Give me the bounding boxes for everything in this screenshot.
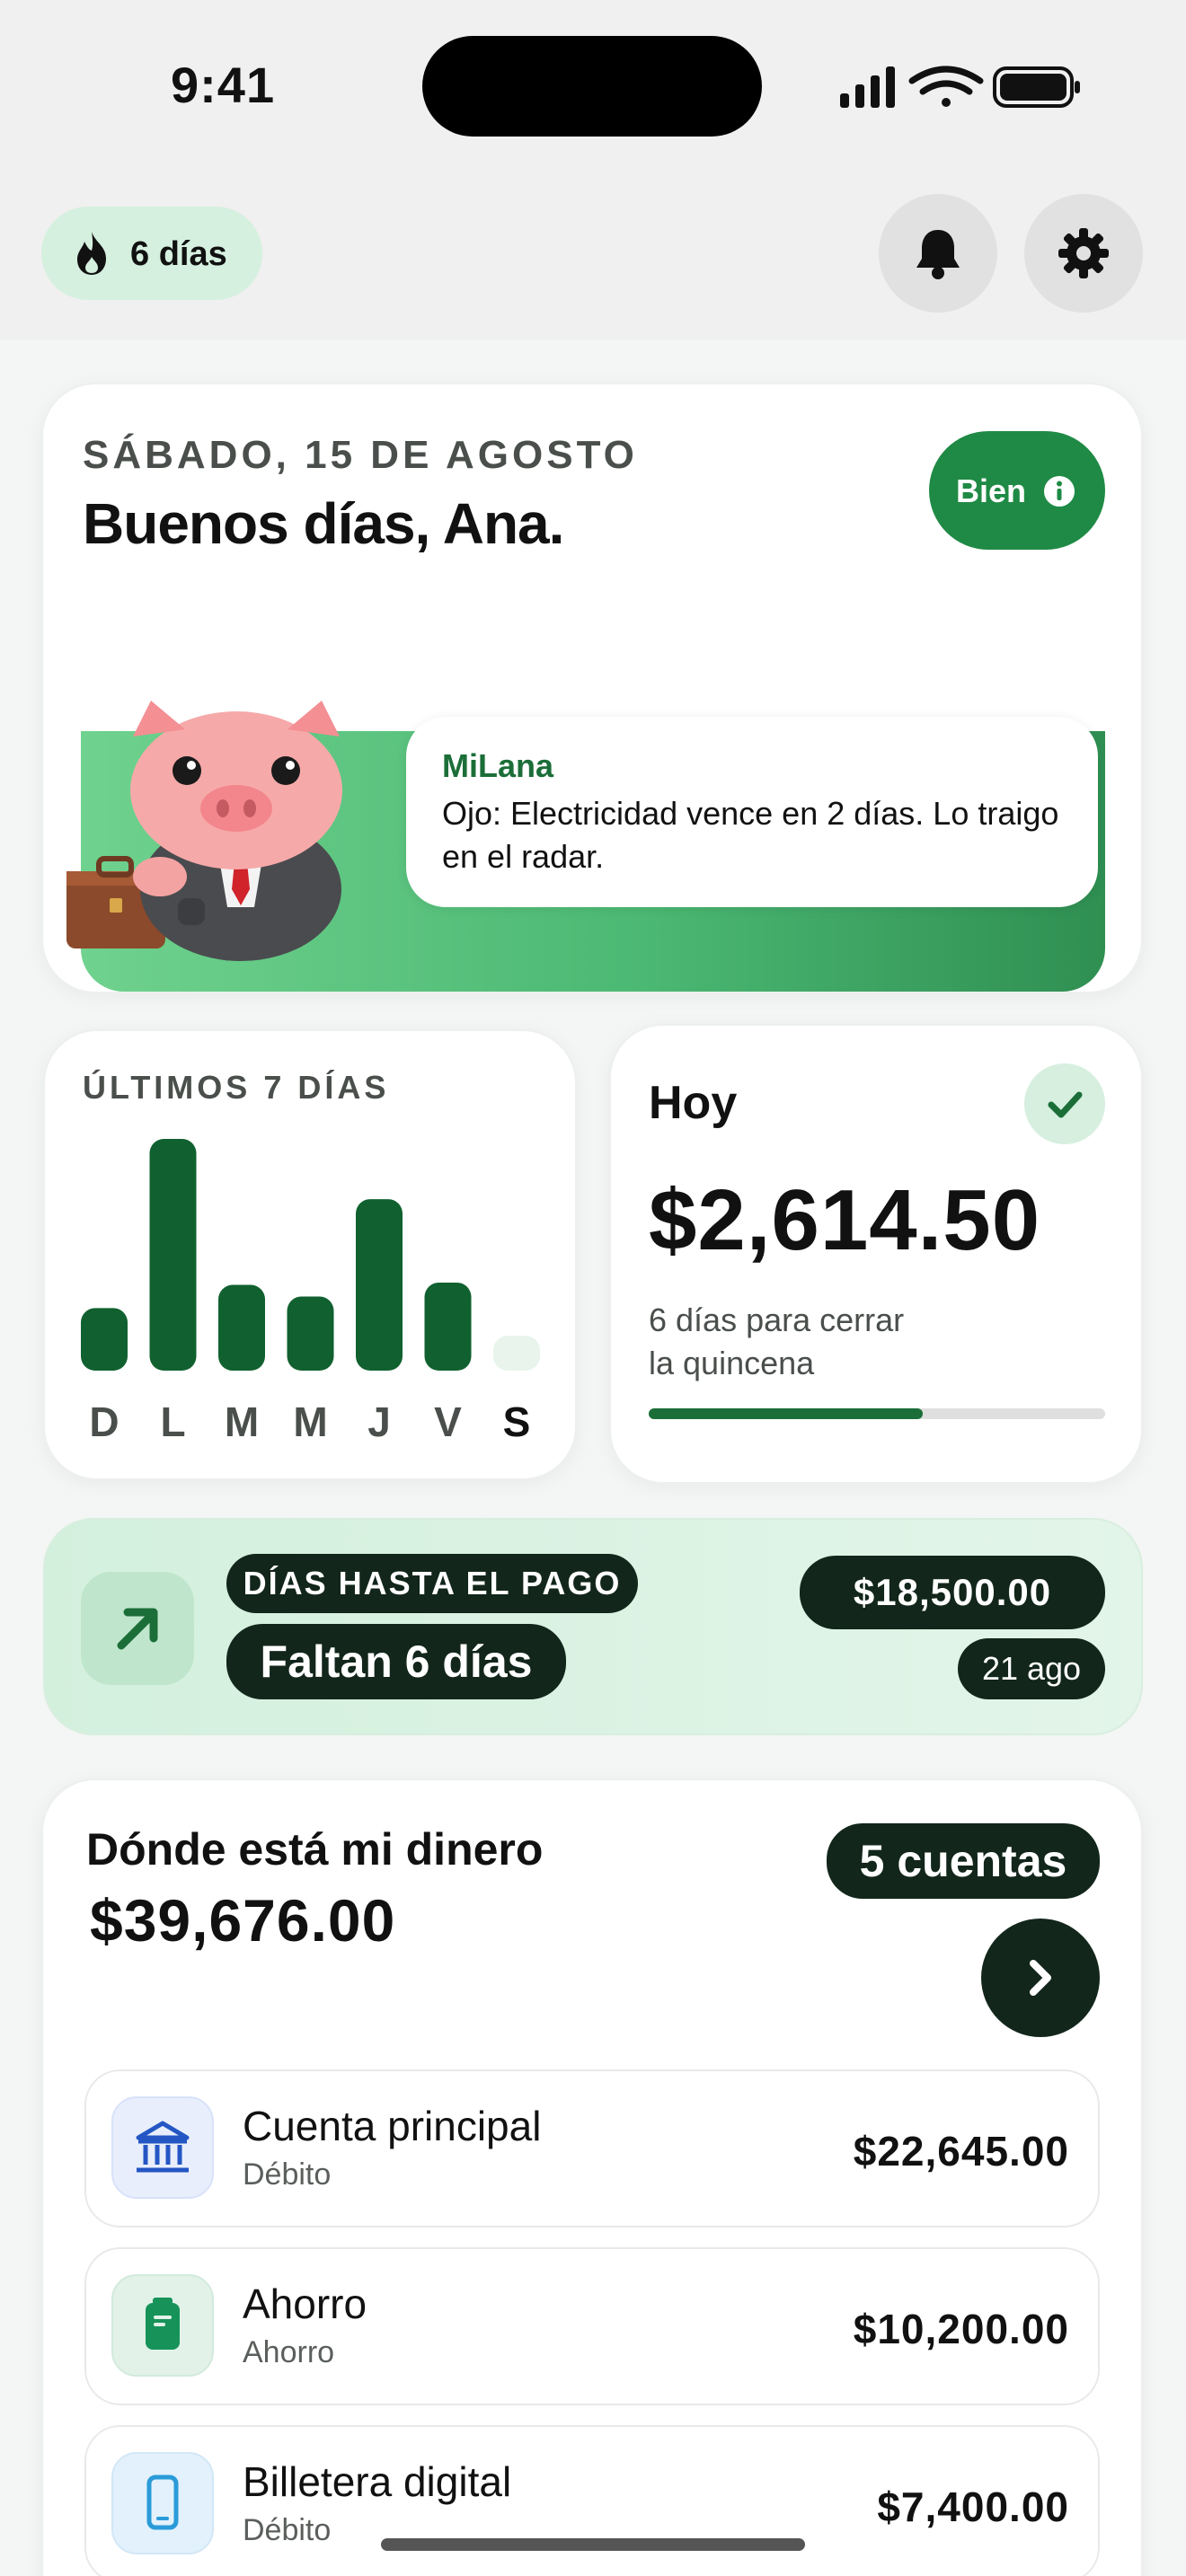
period-progress-fill: [649, 1408, 923, 1419]
signal-icon: [840, 66, 895, 108]
assistant-message: Ojo: Electricidad vence en 2 días. Lo tr…: [442, 795, 1059, 875]
chart-tick-label: V: [434, 1398, 462, 1445]
phone-wallet-icon: [146, 2475, 179, 2530]
status-label: Bien: [956, 472, 1027, 509]
wifi-icon: [908, 66, 984, 107]
account-amount: $7,400.00: [877, 2483, 1069, 2530]
account-amount: $10,200.00: [853, 2306, 1069, 2352]
chart-bar: [424, 1282, 472, 1371]
bell-icon: [916, 230, 960, 279]
chart-tick-label: M: [225, 1398, 259, 1445]
chart-bar: [149, 1139, 197, 1371]
chart-bar: [493, 1336, 540, 1371]
account-type: Débito: [243, 2513, 332, 2547]
payday-date: 21 ago: [958, 1638, 1105, 1699]
status-time: 9:41: [171, 57, 276, 113]
account-name: Ahorro: [243, 2280, 367, 2327]
streak-label: 6 días: [130, 235, 227, 273]
status-icons: [840, 66, 1080, 108]
today-subtitle-line1: 6 días para cerrar: [649, 1301, 905, 1338]
today-subtitle: 6 días para cerrar la quincena: [649, 1299, 990, 1385]
payday-label: DÍAS HASTA EL PAGO: [226, 1554, 638, 1613]
assistant-name: MiLana: [442, 747, 554, 784]
account-icon-tile: [111, 2452, 214, 2554]
dynamic-island: [422, 36, 762, 137]
payday-amount: $18,500.00: [800, 1556, 1105, 1629]
gear-icon: [1058, 228, 1109, 278]
chart-tick-label: D: [89, 1398, 119, 1445]
account-icon-tile: [111, 2096, 214, 2199]
chevron-right-icon: [1030, 1960, 1051, 1996]
chart-bar: [218, 1284, 265, 1371]
date-label: SÁBADO, 15 DE AGOSTO: [83, 433, 638, 477]
account-name: Cuenta principal: [243, 2103, 542, 2149]
chart-bar: [287, 1296, 334, 1371]
pig-mascot-icon: [66, 701, 342, 961]
chart-bar: [356, 1199, 403, 1371]
accounts-title: Dónde está mi dinero: [86, 1824, 544, 1875]
account-amount: $22,645.00: [853, 2128, 1069, 2175]
account-icon-tile: [111, 2274, 214, 2377]
week-chart-title: ÚLTIMOS 7 DÍAS: [83, 1069, 390, 1106]
info-icon: [1044, 476, 1075, 507]
home-indicator[interactable]: [381, 2538, 805, 2551]
payday-icon-tile: [81, 1572, 194, 1685]
chart-tick-label: L: [160, 1398, 185, 1445]
payday-days-left: Faltan 6 días: [226, 1624, 566, 1699]
accounts-total: $39,676.00: [90, 1887, 396, 1954]
chart-tick-label: J: [367, 1398, 391, 1445]
accounts-open-button[interactable]: [981, 1919, 1100, 2037]
greeting-title: Buenos días, Ana.: [83, 491, 564, 556]
savings-jar-icon: [146, 2298, 180, 2350]
notifications-button[interactable]: [879, 194, 997, 313]
account-name: Billetera digital: [243, 2458, 512, 2505]
battery-icon: [993, 66, 1080, 108]
accounts-count-badge: 5 cuentas: [827, 1823, 1100, 1899]
chart-tick-label: S: [503, 1398, 531, 1445]
arrow-up-right-icon: [117, 1608, 158, 1650]
bank-icon: [136, 2121, 190, 2173]
today-subtitle-line2: la quincena: [649, 1345, 815, 1381]
check-icon: [1048, 1091, 1083, 1118]
today-amount: $2,614.50: [649, 1172, 1041, 1268]
chart-bar: [81, 1308, 128, 1371]
flame-icon: [77, 232, 106, 275]
account-type: Débito: [243, 2157, 332, 2192]
period-progress-bar: [649, 1408, 1105, 1419]
today-title: Hoy: [649, 1077, 738, 1129]
settings-button[interactable]: [1024, 194, 1143, 313]
week-bar-chart: DLMMJVS: [81, 1139, 540, 1445]
check-badge: [1024, 1063, 1105, 1144]
account-type: Ahorro: [243, 2335, 335, 2369]
chart-tick-label: M: [293, 1398, 327, 1445]
